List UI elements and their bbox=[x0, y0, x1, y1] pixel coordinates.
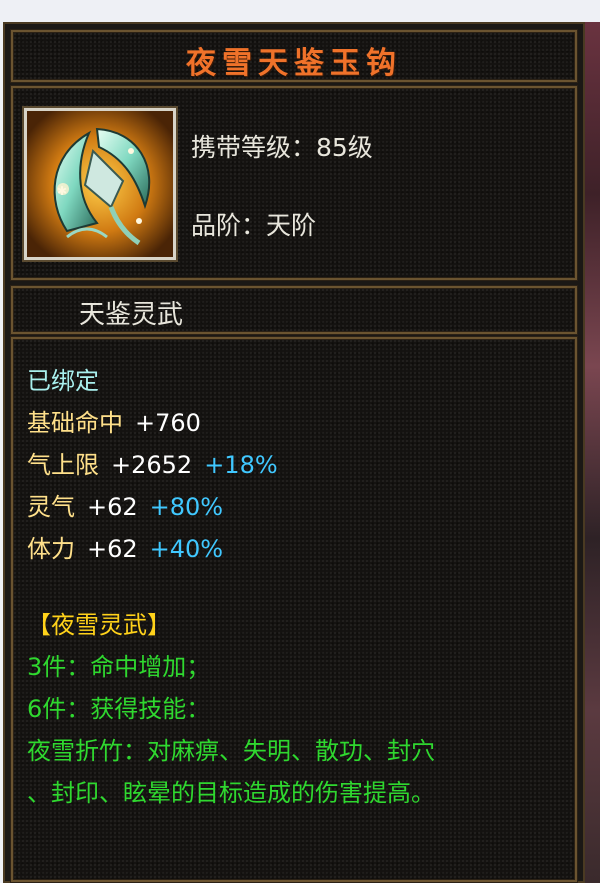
stat-lingqi-percent: +80% bbox=[149, 493, 224, 521]
stat-qi-percent: +18% bbox=[204, 451, 278, 479]
item-tooltip-panel: 夜雪天鉴玉钩 ✱ 携带等级：85级 品阶：天阶 天鉴灵武 已绑定 基础命中 +7… bbox=[3, 22, 585, 883]
svg-text:✱: ✱ bbox=[57, 184, 67, 198]
set-skill-line-1: 夜雪折竹：对麻痹、失明、散功、封穴 bbox=[27, 737, 435, 765]
item-category: 天鉴灵武 bbox=[79, 300, 184, 330]
jade-hook-weapon-icon: ✱ bbox=[24, 108, 176, 260]
stat-tili-value: +62 bbox=[87, 535, 138, 563]
stat-lingqi: 灵气 +62 +80% bbox=[27, 487, 223, 522]
stat-hit-name: 基础命中 bbox=[27, 409, 123, 437]
stat-lingqi-value: +62 bbox=[87, 493, 138, 521]
set-name: 【夜雪灵武】 bbox=[27, 611, 171, 639]
set-bonus-6: 6件：获得技能： bbox=[27, 695, 211, 723]
item-stats-box: 已绑定 基础命中 +760 气上限 +2652 +18% 灵气 +62 +80% 体力 +6… bbox=[11, 337, 577, 882]
set-skill-line-2: 、封印、眩晕的目标造成的伤害提高。 bbox=[27, 779, 435, 807]
item-info-box: ✱ 携带等级：85级 品阶：天阶 bbox=[11, 86, 577, 280]
stat-tili-name: 体力 bbox=[27, 535, 75, 563]
set-bonus-3: 3件：命中增加； bbox=[27, 653, 211, 681]
stat-qi: 气上限 +2652 +18% bbox=[27, 445, 278, 480]
item-category-bar: 天鉴灵武 bbox=[11, 286, 577, 334]
item-title-bar: 夜雪天鉴玉钩 bbox=[11, 30, 577, 82]
stat-qi-value: +2652 bbox=[111, 451, 193, 479]
bound-status: 已绑定 bbox=[27, 367, 99, 395]
stat-qi-name: 气上限 bbox=[27, 451, 99, 479]
stat-tili: 体力 +62 +40% bbox=[27, 529, 223, 564]
window-top-strip bbox=[0, 0, 600, 22]
item-title: 夜雪天鉴玉钩 bbox=[186, 46, 402, 81]
stat-tili-percent: +40% bbox=[149, 535, 224, 563]
stat-hit: 基础命中 +760 bbox=[27, 403, 201, 438]
stat-hit-value: +760 bbox=[135, 409, 201, 437]
item-grade: 品阶：天阶 bbox=[191, 211, 317, 240]
background-scene-edge bbox=[585, 22, 600, 883]
carry-level: 携带等级：85级 bbox=[191, 133, 373, 162]
stat-lingqi-name: 灵气 bbox=[27, 493, 75, 521]
